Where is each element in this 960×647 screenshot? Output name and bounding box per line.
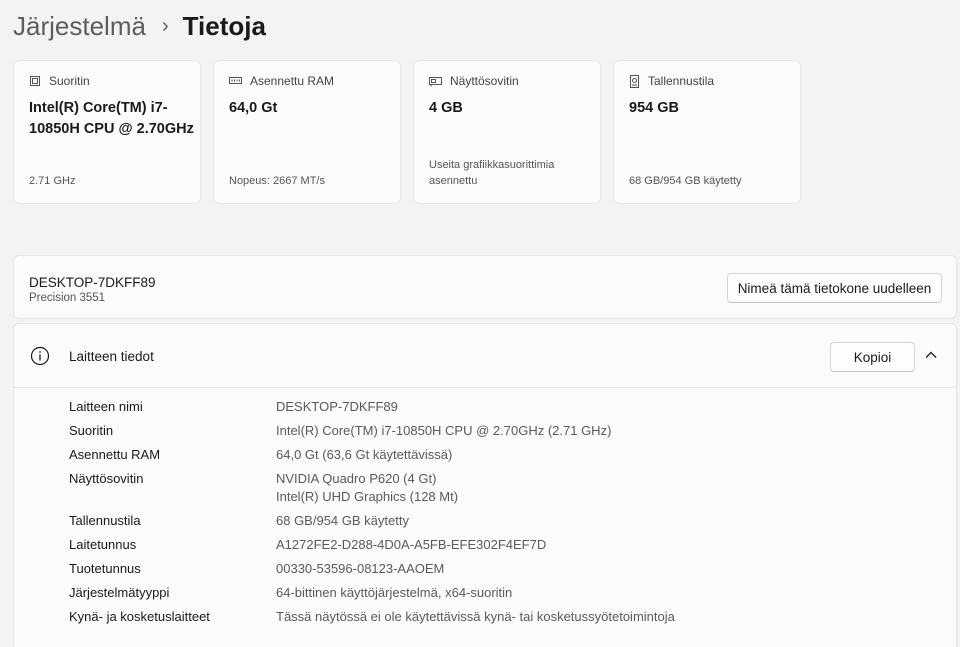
device-info-card: Laitteen tiedot Kopioi Laitteen nimi DES… bbox=[13, 323, 957, 647]
spec-title: Asennettu RAM bbox=[250, 74, 335, 88]
display-adapter-icon bbox=[429, 76, 442, 86]
info-row-value: NVIDIA Quadro P620 (4 Gt) Intel(R) UHD G… bbox=[276, 470, 458, 506]
spec-title: Tallennustila bbox=[648, 74, 715, 88]
info-row-value: 64-bittinen käyttöjärjestelmä, x64-suori… bbox=[276, 585, 513, 600]
info-row-value-line: NVIDIA Quadro P620 (4 Gt) bbox=[276, 471, 437, 486]
info-icon bbox=[30, 346, 50, 366]
info-row: Tuotetunnus 00330-53596-08123-AAOEM bbox=[69, 560, 675, 578]
info-row-value: Tässä näytössä ei ole käytettävissä kynä… bbox=[276, 609, 675, 624]
spec-value: 64,0 Gt bbox=[229, 100, 278, 116]
info-row-value: Intel(R) Core(TM) i7-10850H CPU @ 2.70GH… bbox=[276, 423, 612, 438]
spec-sub: 68 GB/954 GB käytetty bbox=[629, 175, 742, 187]
device-info-rows: Laitteen nimi DESKTOP-7DKFF89 Suoritin I… bbox=[69, 398, 675, 632]
spec-card-processor: Suoritin Intel(R) Core(TM) i7-10850H CPU… bbox=[13, 60, 201, 204]
device-info-title: Laitteen tiedot bbox=[69, 349, 154, 364]
info-row-label: Järjestelmätyyppi bbox=[69, 585, 170, 600]
ram-icon bbox=[229, 77, 242, 84]
spec-title: Suoritin bbox=[49, 74, 90, 88]
spec-value: 4 GB bbox=[429, 100, 463, 116]
spec-value: 954 GB bbox=[629, 100, 679, 116]
rename-pc-button[interactable]: Nimeä tämä tietokone uudelleen bbox=[727, 273, 942, 303]
info-row-label: Suoritin bbox=[69, 423, 114, 438]
spec-title: Näyttösovitin bbox=[450, 74, 519, 88]
breadcrumb: Järjestelmä › Tietoja bbox=[13, 8, 266, 44]
info-row-value: A1272FE2-D288-4D0A-A5FB-EFE302F4EF7D bbox=[276, 537, 547, 552]
breadcrumb-separator: › bbox=[161, 14, 169, 37]
info-row: Kynä- ja kosketuslaitteet Tässä näytössä… bbox=[69, 608, 675, 626]
info-row-label: Laitteen nimi bbox=[69, 399, 143, 414]
spec-card-display-adapter: Näyttösovitin 4 GB Useita grafiikkasuori… bbox=[413, 60, 601, 204]
spec-card-ram: Asennettu RAM 64,0 Gt Nopeus: 2667 MT/s bbox=[213, 60, 401, 204]
device-card: DESKTOP-7DKFF89 Precision 3551 Nimeä täm… bbox=[13, 255, 957, 319]
page-title: Tietoja bbox=[182, 10, 266, 41]
info-row-label: Kynä- ja kosketuslaitteet bbox=[69, 609, 210, 624]
info-row-value: DESKTOP-7DKFF89 bbox=[276, 399, 398, 414]
spec-value: Intel(R) Core(TM) i7-10850H CPU @ 2.70GH… bbox=[29, 100, 194, 137]
spec-sub: Nopeus: 2667 MT/s bbox=[229, 175, 325, 187]
info-row: Suoritin Intel(R) Core(TM) i7-10850H CPU… bbox=[69, 422, 675, 440]
info-row: Järjestelmätyyppi 64-bittinen käyttöjärj… bbox=[69, 584, 675, 602]
info-row: Näyttösovitin NVIDIA Quadro P620 (4 Gt) … bbox=[69, 470, 675, 506]
info-row: Tallennustila 68 GB/954 GB käytetty bbox=[69, 512, 675, 530]
info-row-value: 00330-53596-08123-AAOEM bbox=[276, 561, 445, 576]
breadcrumb-parent-link[interactable]: Järjestelmä bbox=[13, 11, 146, 42]
spec-sub: Useita grafiikkasuorittimia asennettu bbox=[429, 159, 555, 187]
info-row-label: Asennettu RAM bbox=[69, 447, 161, 462]
info-row-value: 64,0 Gt (63,6 Gt käytettävissä) bbox=[276, 447, 453, 462]
device-info-header[interactable]: Laitteen tiedot Kopioi bbox=[14, 324, 956, 388]
info-row-label: Tallennustila bbox=[69, 513, 141, 528]
copy-button[interactable]: Kopioi bbox=[830, 342, 915, 372]
info-row-label: Tuotetunnus bbox=[69, 561, 141, 576]
spec-sub: 2.71 GHz bbox=[29, 175, 76, 187]
info-row-value-line: Intel(R) UHD Graphics (128 Mt) bbox=[276, 489, 459, 504]
info-row: Asennettu RAM 64,0 Gt (63,6 Gt käytettäv… bbox=[69, 446, 675, 464]
chevron-up-icon[interactable] bbox=[924, 348, 938, 362]
device-name: DESKTOP-7DKFF89 bbox=[29, 275, 156, 290]
processor-icon bbox=[30, 76, 40, 86]
spec-card-storage: Tallennustila 954 GB 68 GB/954 GB käytet… bbox=[613, 60, 801, 204]
info-row-label: Laitetunnus bbox=[69, 537, 137, 552]
info-row-value: 68 GB/954 GB käytetty bbox=[276, 513, 409, 528]
storage-icon bbox=[630, 74, 639, 88]
info-row: Laitetunnus A1272FE2-D288-4D0A-A5FB-EFE3… bbox=[69, 536, 675, 554]
device-model: Precision 3551 bbox=[29, 292, 106, 304]
info-row-label: Näyttösovitin bbox=[69, 471, 144, 486]
info-row: Laitteen nimi DESKTOP-7DKFF89 bbox=[69, 398, 675, 416]
